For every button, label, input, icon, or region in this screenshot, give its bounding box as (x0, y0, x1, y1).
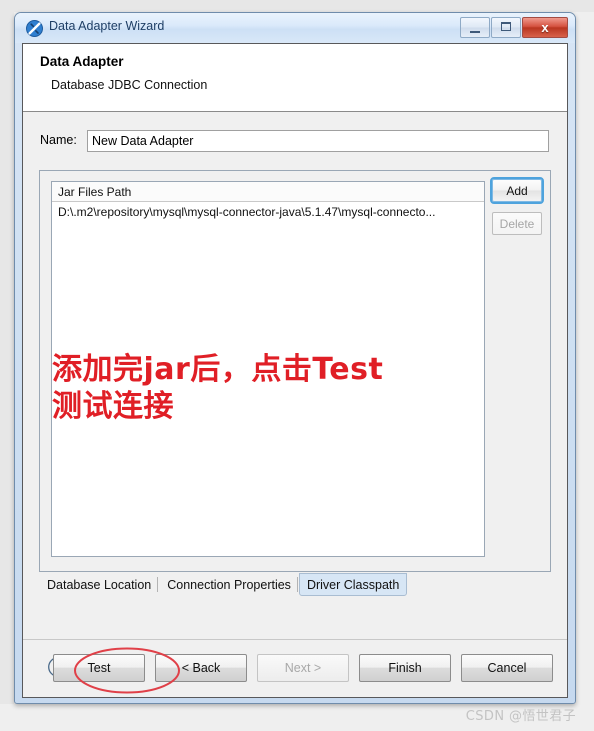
page-subtitle: Database JDBC Connection (51, 78, 208, 92)
tab-strip: Database Location Connection Properties … (39, 573, 551, 599)
tab-connection-properties[interactable]: Connection Properties (159, 573, 299, 596)
jar-files-column-header: Jar Files Path (52, 182, 484, 202)
data-adapter-icon (26, 20, 43, 37)
finish-button[interactable]: Finish (359, 654, 451, 682)
desktop-background-left (0, 0, 14, 704)
watermark: CSDN @悟世君子 (465, 709, 576, 724)
dialog-button-bar: ? Test < Back Next > Finish Cancel (23, 639, 567, 697)
name-input[interactable] (87, 130, 549, 152)
annotation-text: 添加完jar后，点击Test 测试连接 (52, 352, 383, 425)
tab-label: Driver Classpath (306, 577, 400, 592)
dialog-buttons: Test < Back Next > Finish Cancel (53, 654, 553, 682)
minimize-button[interactable] (460, 17, 490, 38)
test-button[interactable]: Test (53, 654, 145, 682)
annotation-line-1: 添加完jar后，点击Test (52, 352, 384, 387)
tab-divider (296, 577, 298, 592)
tab-label: Connection Properties (167, 577, 291, 592)
screenshot-root: Data Adapter Wizard x Data Adapter Datab… (0, 0, 594, 731)
cancel-button[interactable]: Cancel (461, 654, 553, 682)
name-label: Name: (40, 133, 77, 147)
wizard-header: Data Adapter Database JDBC Connection (23, 44, 567, 112)
close-button[interactable]: x (522, 17, 568, 38)
tab-divider (157, 577, 159, 592)
title-bar[interactable]: Data Adapter Wizard x (15, 13, 575, 43)
back-button[interactable]: < Back (155, 654, 247, 682)
tab-label: Database Location (47, 577, 152, 592)
tab-driver-classpath[interactable]: Driver Classpath (298, 573, 408, 596)
add-button[interactable]: Add (490, 177, 544, 204)
window-title: Data Adapter Wizard (49, 19, 165, 33)
maximize-button[interactable] (491, 17, 521, 38)
desktop-background-top (0, 0, 594, 12)
page-title: Data Adapter (40, 54, 124, 69)
window-controls: x (460, 17, 568, 38)
close-icon: x (541, 20, 549, 35)
name-row: Name: (23, 130, 567, 154)
delete-button: Delete (492, 212, 542, 235)
minimize-icon (470, 31, 480, 33)
jar-list-actions: Add Delete (490, 177, 548, 245)
next-button: Next > (257, 654, 349, 682)
tab-database-location[interactable]: Database Location (39, 573, 159, 596)
list-item[interactable]: D:\.m2\repository\mysql\mysql-connector-… (52, 202, 484, 223)
maximize-icon (501, 22, 511, 31)
annotation-line-2: 测试连接 (52, 388, 174, 424)
